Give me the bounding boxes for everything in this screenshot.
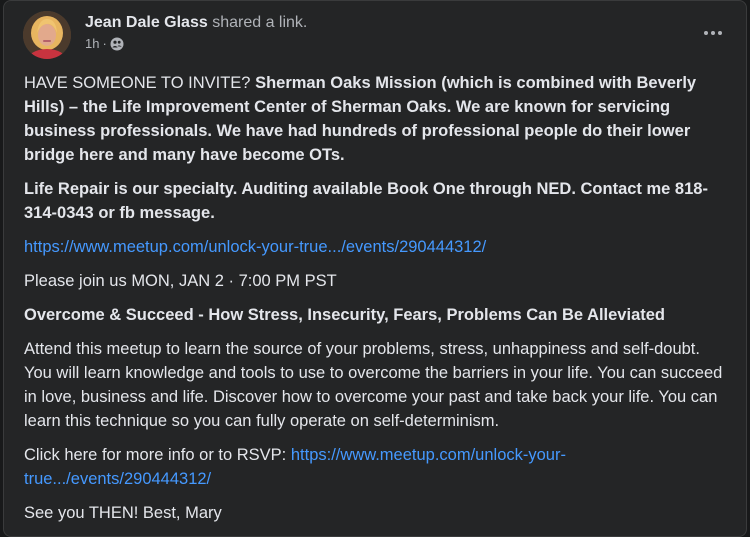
post-time[interactable]: 1h xyxy=(85,36,99,52)
post-body: HAVE SOMEONE TO INVITE? Sherman Oaks Mis… xyxy=(24,71,724,535)
paragraph-event-title: Overcome & Succeed - How Stress, Insecur… xyxy=(24,306,665,324)
friends-icon[interactable] xyxy=(110,37,124,51)
author-avatar[interactable] xyxy=(23,11,71,59)
post-card: Jean Dale Glass shared a link. 1h · HAVE… xyxy=(3,0,747,537)
more-options-button[interactable] xyxy=(696,21,730,45)
post-meta: 1h · xyxy=(85,36,124,52)
paragraph-signoff: See you THEN! Best, Mary xyxy=(24,504,222,522)
paragraph-link: https://www.meetup.com/unlock-your-true.… xyxy=(24,235,724,259)
author-line: Jean Dale Glass shared a link. xyxy=(85,13,307,33)
post-action: shared a link. xyxy=(212,14,308,31)
meetup-link[interactable]: https://www.meetup.com/unlock-your-true.… xyxy=(24,238,486,256)
paragraph-specialty: Life Repair is our specialty. Auditing a… xyxy=(24,180,708,222)
paragraph-rsvp: Click here for more info or to RSVP: htt… xyxy=(24,446,566,488)
paragraph-invite: HAVE SOMEONE TO INVITE? Sherman Oaks Mis… xyxy=(24,74,697,164)
paragraph-description: Attend this meetup to learn the source o… xyxy=(24,340,723,430)
meta-separator: · xyxy=(102,36,107,51)
paragraph-date: Please join us MON, JAN 2 · 7:00 PM PST xyxy=(24,272,337,290)
author-name[interactable]: Jean Dale Glass xyxy=(85,14,208,31)
more-horizontal-icon xyxy=(704,31,708,35)
post-header: Jean Dale Glass shared a link. 1h · xyxy=(23,11,730,59)
